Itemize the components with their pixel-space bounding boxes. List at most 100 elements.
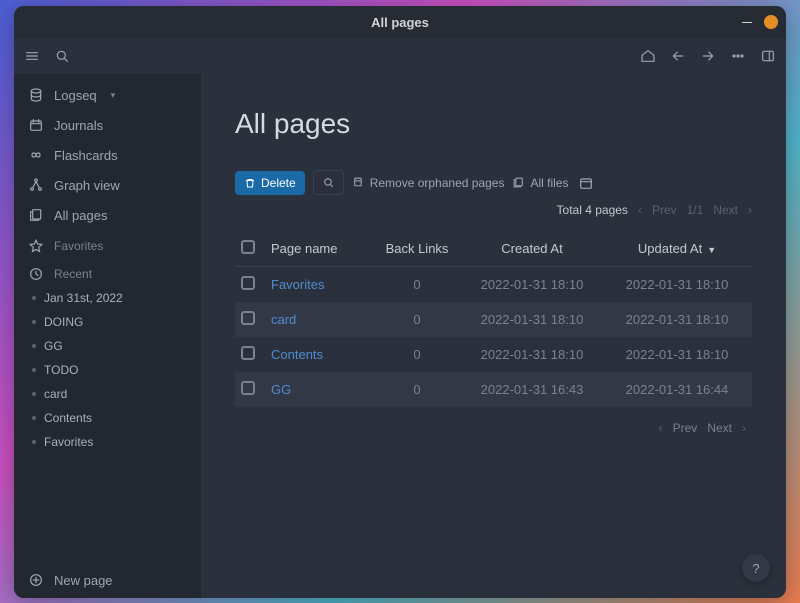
- bottom-prev[interactable]: Prev: [673, 421, 698, 435]
- favorites-label: Favorites: [54, 239, 103, 253]
- pager-next-caret: ›: [748, 203, 752, 217]
- row-checkbox[interactable]: [241, 381, 255, 395]
- row-created: 2022-01-31 18:10: [462, 337, 602, 372]
- row-backlinks: 0: [372, 267, 462, 303]
- home-icon[interactable]: [640, 48, 656, 64]
- calendar-icon[interactable]: [578, 175, 594, 191]
- row-updated: 2022-01-31 18:10: [602, 302, 752, 337]
- new-page-label: New page: [54, 573, 113, 588]
- sidebar-item-label: Flashcards: [54, 148, 118, 163]
- pager-indicator: 1/1: [687, 203, 704, 217]
- pages-table: Page name Back Links Created At Updated …: [235, 231, 752, 407]
- bottom-prev-caret: ‹: [659, 421, 663, 435]
- row-updated: 2022-01-31 18:10: [602, 337, 752, 372]
- infinity-icon: [28, 147, 44, 163]
- row-checkbox[interactable]: [241, 311, 255, 325]
- window-close[interactable]: [764, 15, 778, 29]
- recent-label: Recent: [54, 267, 92, 281]
- chevron-down-icon: ▾: [111, 90, 116, 101]
- col-back-links[interactable]: Back Links: [372, 231, 462, 267]
- clock-icon: [28, 266, 44, 282]
- pager-next[interactable]: Next: [713, 203, 738, 217]
- col-created[interactable]: Created At: [462, 231, 602, 267]
- nav-back-icon[interactable]: [670, 48, 686, 64]
- recent-item[interactable]: GG: [14, 334, 201, 358]
- remove-orphaned-label: Remove orphaned pages: [370, 176, 505, 190]
- recent-item[interactable]: TODO: [14, 358, 201, 382]
- pager-prev-caret: ‹: [638, 203, 642, 217]
- total-pages-label: Total 4 pages: [557, 203, 628, 217]
- sidebar-item-graph-view[interactable]: Graph view: [14, 170, 201, 200]
- row-checkbox[interactable]: [241, 276, 255, 290]
- bottom-next-caret: ›: [742, 421, 746, 435]
- row-backlinks: 0: [372, 372, 462, 407]
- recent-item[interactable]: Contents: [14, 406, 201, 430]
- action-bar: Delete Remove orphaned pages All files: [235, 170, 752, 217]
- filter-search-button[interactable]: [313, 170, 344, 195]
- recent-item[interactable]: card: [14, 382, 201, 406]
- delete-label: Delete: [261, 176, 296, 190]
- toolbar: [14, 38, 786, 74]
- table-row[interactable]: Favorites02022-01-31 18:102022-01-31 18:…: [235, 267, 752, 303]
- recent-item[interactable]: Jan 31st, 2022: [14, 286, 201, 310]
- row-page-name[interactable]: Contents: [265, 337, 372, 372]
- all-files-label: All files: [530, 176, 568, 190]
- workspace-name: Logseq: [54, 88, 97, 103]
- sidebar: Logseq ▾ Journals Flashcards Graph view …: [14, 74, 201, 598]
- table-row[interactable]: GG02022-01-31 16:432022-01-31 16:44: [235, 372, 752, 407]
- plus-circle-icon: [28, 572, 44, 588]
- sidebar-item-journals[interactable]: Journals: [14, 110, 201, 140]
- col-updated[interactable]: Updated At▼: [602, 231, 752, 267]
- recent-item[interactable]: Favorites: [14, 430, 201, 454]
- row-backlinks: 0: [372, 302, 462, 337]
- sidebar-item-label: Graph view: [54, 178, 120, 193]
- page-heading: All pages: [235, 108, 752, 140]
- bottom-pager: ‹ Prev Next ›: [235, 407, 752, 449]
- sidebar-item-all-pages[interactable]: All pages: [14, 200, 201, 230]
- main-content: All pages Delete Remove orphaned pages A…: [201, 74, 786, 598]
- star-icon: [28, 238, 44, 254]
- sidebar-item-flashcards[interactable]: Flashcards: [14, 140, 201, 170]
- help-button[interactable]: ?: [742, 554, 770, 582]
- row-created: 2022-01-31 18:10: [462, 267, 602, 303]
- more-icon[interactable]: [730, 48, 746, 64]
- pager-prev[interactable]: Prev: [652, 203, 677, 217]
- calendar-icon: [28, 117, 44, 133]
- sidebar-favorites-header[interactable]: Favorites: [14, 230, 201, 258]
- row-page-name[interactable]: card: [265, 302, 372, 337]
- table-row[interactable]: Contents02022-01-31 18:102022-01-31 18:1…: [235, 337, 752, 372]
- row-page-name[interactable]: Favorites: [265, 267, 372, 303]
- row-checkbox[interactable]: [241, 346, 255, 360]
- delete-button[interactable]: Delete: [235, 171, 305, 195]
- remove-orphaned-button[interactable]: Remove orphaned pages: [352, 176, 505, 190]
- sidebar-recent-header[interactable]: Recent: [14, 258, 201, 286]
- right-sidebar-icon[interactable]: [760, 48, 776, 64]
- row-updated: 2022-01-31 18:10: [602, 267, 752, 303]
- window-minimize[interactable]: —: [740, 15, 754, 29]
- row-backlinks: 0: [372, 337, 462, 372]
- row-created: 2022-01-31 16:43: [462, 372, 602, 407]
- window-title: All pages: [371, 15, 429, 30]
- bottom-next[interactable]: Next: [707, 421, 732, 435]
- pages-icon: [28, 207, 44, 223]
- nav-forward-icon[interactable]: [700, 48, 716, 64]
- row-page-name[interactable]: GG: [265, 372, 372, 407]
- row-updated: 2022-01-31 16:44: [602, 372, 752, 407]
- recent-item[interactable]: DOING: [14, 310, 201, 334]
- all-files-button[interactable]: All files: [512, 176, 568, 190]
- col-page-name[interactable]: Page name: [265, 231, 372, 267]
- graph-icon: [28, 177, 44, 193]
- database-icon: [28, 87, 44, 103]
- sidebar-item-label: All pages: [54, 208, 107, 223]
- table-row[interactable]: card02022-01-31 18:102022-01-31 18:10: [235, 302, 752, 337]
- row-created: 2022-01-31 18:10: [462, 302, 602, 337]
- titlebar: All pages —: [14, 6, 786, 38]
- workspace-selector[interactable]: Logseq ▾: [14, 80, 201, 110]
- sort-desc-icon: ▼: [707, 245, 716, 255]
- menu-icon[interactable]: [24, 48, 40, 64]
- header-checkbox[interactable]: [241, 240, 255, 254]
- search-icon[interactable]: [54, 48, 70, 64]
- sidebar-item-label: Journals: [54, 118, 103, 133]
- app-window: All pages —: [14, 6, 786, 598]
- new-page-button[interactable]: New page: [14, 562, 201, 598]
